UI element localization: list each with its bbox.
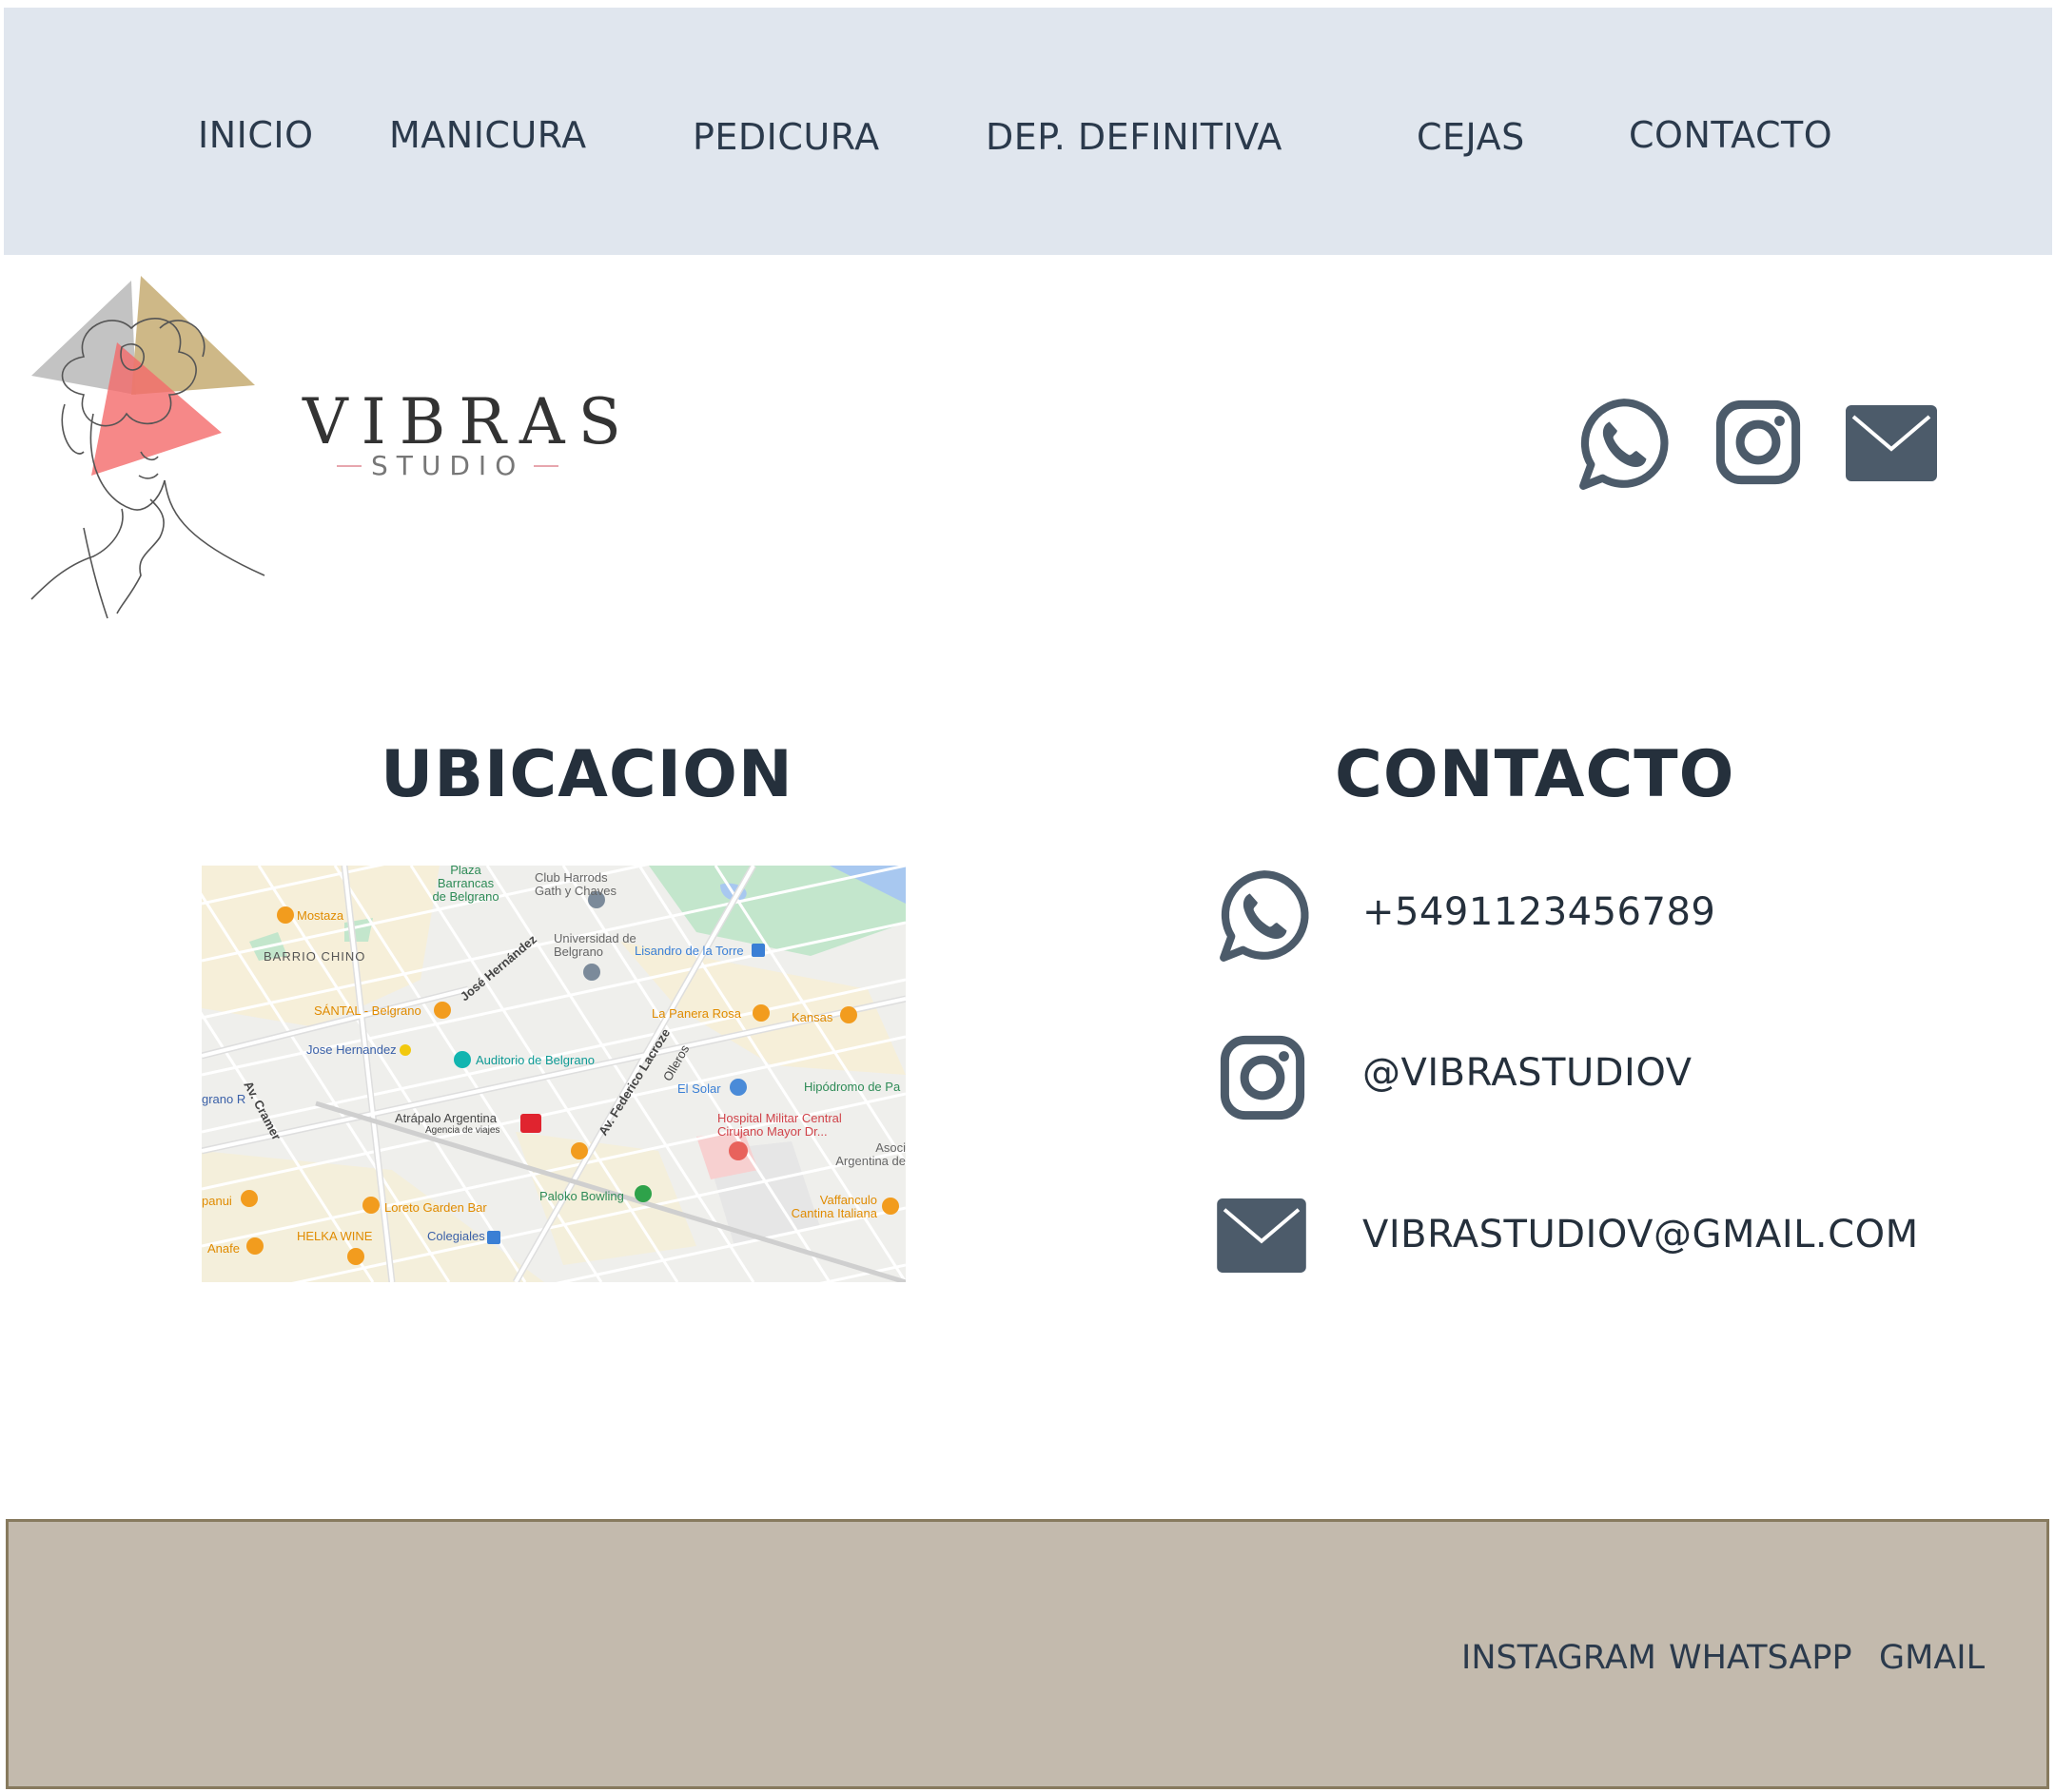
nav-pedicura[interactable]: PEDICURA (693, 116, 880, 158)
brand-sub-text: STUDIO (371, 450, 525, 481)
contact-email[interactable]: VIBRASTUDIOV@GMAIL.COM (1362, 1213, 1919, 1256)
brand-name: VIBRAS (303, 385, 635, 458)
map-label: Universidad de Belgrano (554, 931, 636, 959)
top-nav: INICIO MANICURA PEDICURA DEP. DEFINITIVA… (4, 8, 2052, 255)
nav-contacto[interactable]: CONTACTO (1629, 114, 1832, 156)
mail-icon[interactable] (1846, 405, 1937, 481)
footer-link-gmail[interactable]: GMAIL (1879, 1639, 1985, 1677)
nav-cejas[interactable]: CEJAS (1417, 116, 1525, 158)
map-label: Mostaza (297, 908, 344, 923)
mail-icon[interactable] (1216, 1198, 1307, 1273)
nav-dep-definitiva[interactable]: DEP. DEFINITIVA (986, 116, 1282, 158)
brand-sub-line-left (337, 464, 362, 467)
map-label: Lisandro de la Torre (635, 944, 744, 958)
map-label: Anafe (207, 1241, 240, 1256)
brand-sub: STUDIO (337, 450, 559, 481)
instagram-icon[interactable] (1220, 1035, 1305, 1120)
map-label: Auditorio de Belgrano (476, 1053, 596, 1067)
map-label: La Panera Rosa (652, 1006, 741, 1021)
map-label: Asoci Argentina de (835, 1140, 906, 1168)
footer-link-whatsapp[interactable]: WHATSAPP (1669, 1639, 1852, 1677)
map-label: Loreto Garden Bar (384, 1200, 487, 1215)
nav-inicio[interactable]: INICIO (198, 114, 314, 156)
map-label: Atrápalo Argentina (395, 1111, 497, 1125)
map-label: Colegiales (427, 1229, 485, 1243)
brand-sub-line-right (534, 464, 559, 467)
location-map[interactable]: Plaza Barrancas de Belgrano Club Harrods… (202, 866, 906, 1282)
whatsapp-icon[interactable] (1576, 394, 1673, 493)
map-label: BARRIO CHINO (264, 949, 366, 964)
map-label: Agencia de viajes (425, 1125, 500, 1136)
map-label: Hipódromo de Pa (804, 1080, 901, 1094)
map-label: Club Harrods Gath y Chaves (535, 870, 616, 898)
contact-instagram[interactable]: @VIBRASTUDIOV (1362, 1051, 1692, 1095)
map-label: panui (202, 1194, 232, 1208)
map-label: El Solar (677, 1081, 721, 1096)
whatsapp-icon[interactable] (1216, 866, 1313, 964)
nav-manicura[interactable]: MANICURA (389, 114, 587, 156)
map-label: Paloko Bowling (539, 1189, 624, 1203)
footer: INSTAGRAM WHATSAPP GMAIL (6, 1519, 2049, 1789)
contact-phone[interactable]: +5491123456789 (1362, 890, 1715, 934)
map-label: Plaza Barrancas de Belgrano (432, 866, 499, 904)
map-label: Kansas (792, 1010, 833, 1024)
instagram-icon[interactable] (1715, 399, 1801, 485)
map-label: Hospital Militar Central Cirujano Mayor … (717, 1111, 842, 1139)
map-label: HELKA WINE (297, 1229, 373, 1243)
footer-link-instagram[interactable]: INSTAGRAM (1461, 1639, 1656, 1677)
map-label: Jose Hernandez (306, 1042, 397, 1057)
contacto-title: CONTACTO (1335, 737, 1735, 812)
vibras-studio-logo[interactable]: VIBRAS STUDIO (27, 271, 621, 623)
map-label: grano R (202, 1092, 246, 1106)
ubicacion-title: UBICACION (381, 737, 793, 812)
map-label: Vaffanculo Cantina Italiana (791, 1193, 877, 1220)
map-label: SÁNTAL - Belgrano (314, 1003, 421, 1018)
